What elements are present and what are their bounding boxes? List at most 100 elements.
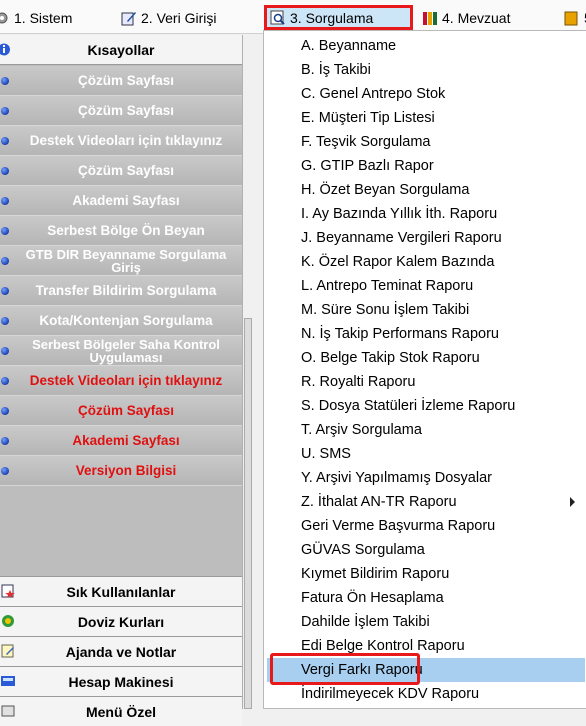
star-list-icon <box>1 584 15 598</box>
sidebar-item[interactable]: Versiyon Bilgisi <box>0 456 242 486</box>
section-label: Ajanda ve Notlar <box>65 643 177 660</box>
menu-sorgulama[interactable]: 3. Sorgulama <box>264 5 413 30</box>
menu-option-ithalat-an-tr[interactable]: Z. İthalat AN-TR Raporu <box>267 490 585 514</box>
menu-option-label: I. Ay Bazında Yıllık İth. Raporu <box>301 206 498 222</box>
menu-option-label: N. İş Takip Performans Raporu <box>301 326 499 342</box>
bullet-icon <box>1 257 9 265</box>
menu-option-label: K. Özel Rapor Kalem Bazında <box>301 254 495 270</box>
sidebar-item[interactable]: Serbest Bölge Ön Beyan <box>0 216 242 246</box>
sidebar-item[interactable]: Çözüm Sayfası <box>0 66 242 96</box>
menu-option-label: Dahilde İşlem Takibi <box>301 614 430 630</box>
sidebar-item-label: Transfer Bildirim Sorgulama <box>35 282 217 298</box>
menu-option-dahilde-islem[interactable]: Dahilde İşlem Takibi <box>267 610 585 634</box>
sidebar-title: Kısayollar <box>87 41 155 58</box>
menu-mevzuat[interactable]: 4. Mevzuat <box>422 7 510 29</box>
menu-option-genel-antrepo-stok[interactable]: C. Genel Antrepo Stok <box>267 82 585 106</box>
menu-option-fatura-on-hesaplama[interactable]: Fatura Ön Hesaplama <box>267 586 585 610</box>
sidebar-item[interactable]: Çözüm Sayfası <box>0 396 242 426</box>
menu-option-is-takibi[interactable]: B. İş Takibi <box>267 58 585 82</box>
menu-option-tesvik-sorgulama[interactable]: F. Teşvik Sorgulama <box>267 130 585 154</box>
menu-option-label: Y. Arşivi Yapılmamış Dosyalar <box>301 470 492 486</box>
sidebar-item[interactable]: Serbest Bölgeler Saha Kontrol Uygulaması <box>0 336 242 366</box>
sidebar-item[interactable]: Çözüm Sayfası <box>0 156 242 186</box>
menu-option-kiymet-bildirim[interactable]: Kıymet Bildirim Raporu <box>267 562 585 586</box>
menu-option-is-takip-performans[interactable]: N. İş Takip Performans Raporu <box>267 322 585 346</box>
menu-option-sure-sonu-islem[interactable]: M. Süre Sonu İşlem Takibi <box>267 298 585 322</box>
sidebar-header[interactable]: Kısayollar <box>0 35 242 65</box>
sidebar-item[interactable]: Destek Videoları için tıklayınız <box>0 366 242 396</box>
currency-icon <box>2 615 14 627</box>
menu-option-label: Edi Belge Kontrol Raporu <box>301 638 465 654</box>
sidebar-section-calculator[interactable]: Hesap Makinesi <box>0 666 242 696</box>
sorgulama-dropdown-menu: A. Beyanname B. İş Takibi C. Genel Antre… <box>263 30 586 709</box>
notes-icon <box>1 644 14 658</box>
menu-option-belge-takip-stok[interactable]: O. Belge Takip Stok Raporu <box>267 346 585 370</box>
sidebar-item[interactable]: Kota/Kontenjan Sorgulama <box>0 306 242 336</box>
sidebar-item[interactable]: Destek Videoları için tıklayınız <box>0 126 242 156</box>
bullet-icon <box>1 317 9 325</box>
menu-veri-girisi[interactable]: 2. Veri Girişi <box>121 7 216 29</box>
menu-bar: 1. Sistem 2. Veri Girişi 3. Sorgulama 4.… <box>0 0 586 34</box>
calculator-icon <box>1 676 15 686</box>
menu-sistem[interactable]: 1. Sistem <box>0 7 72 29</box>
sidebar-item-label: Serbest Bölge Ön Beyan <box>47 222 205 238</box>
sidebar-section-favorites[interactable]: Sık Kullanılanlar <box>0 576 242 606</box>
sidebar-item[interactable]: GTB DIR Beyanname Sorgulama Giriş <box>0 246 242 276</box>
menu-label: 2. Veri Girişi <box>141 10 217 26</box>
sidebar-section-currency[interactable]: Doviz Kurları <box>0 606 242 636</box>
sidebar-item-label: GTB DIR Beyanname Sorgulama Giriş <box>25 246 227 275</box>
sidebar-item-label: Akademi Sayfası <box>72 192 180 208</box>
sidebar-item-label: Çözüm Sayfası <box>77 402 175 418</box>
menu-option-label: T. Arşiv Sorgulama <box>301 422 422 438</box>
section-label: Doviz Kurları <box>77 613 165 630</box>
menu-option-beyanname[interactable]: A. Beyanname <box>267 34 585 58</box>
query-icon <box>270 10 285 25</box>
sidebar-section-menu[interactable]: Menü Özel <box>0 696 242 726</box>
scrollbar[interactable] <box>244 318 252 709</box>
menu-option-label: Kıymet Bildirim Raporu <box>301 566 450 582</box>
menu-option-indirilmeyecek-kdv[interactable]: İndirilmeyecek KDV Raporu <box>267 682 585 706</box>
menu-option-geri-verme-basvurma[interactable]: Geri Verme Başvurma Raporu <box>267 514 585 538</box>
menu-option-label: M. Süre Sonu İşlem Takibi <box>301 302 470 318</box>
bullet-icon <box>1 167 9 175</box>
menu-option-arsivi-yapilmamis[interactable]: Y. Arşivi Yapılmamış Dosyalar <box>267 466 585 490</box>
menu-option-label: GÜVAS Sorgulama <box>301 542 425 558</box>
menu-option-gtip-bazli-rapor[interactable]: G. GTIP Bazlı Rapor <box>267 154 585 178</box>
menu-item-5[interactable]: 5 <box>564 7 586 29</box>
sidebar-item[interactable]: Transfer Bildirim Sorgulama <box>0 276 242 306</box>
bullet-icon <box>1 137 9 145</box>
menu-option-label: İndirilmeyecek KDV Raporu <box>301 686 480 702</box>
menu-option-arsiv-sorgulama[interactable]: T. Arşiv Sorgulama <box>267 418 585 442</box>
sidebar-item-label: Çözüm Sayfası <box>77 162 175 178</box>
sidebar-item-label: Destek Videoları için tıklayınız <box>29 132 223 148</box>
menu-option-guvas-sorgulama[interactable]: GÜVAS Sorgulama <box>267 538 585 562</box>
menu-option-royalti-raporu[interactable]: R. Royalti Raporu <box>267 370 585 394</box>
menu-option-label: S. Dosya Statüleri İzleme Raporu <box>301 398 516 414</box>
sidebar-item[interactable]: Akademi Sayfası <box>0 186 242 216</box>
sidebar-section-agenda[interactable]: Ajanda ve Notlar <box>0 636 242 666</box>
section-label: Sık Kullanılanlar <box>66 583 176 600</box>
menu-option-dosya-statuleri[interactable]: S. Dosya Statüleri İzleme Raporu <box>267 394 585 418</box>
books-icon <box>423 12 437 25</box>
menu-option-ay-bazinda-yillik-ith[interactable]: I. Ay Bazında Yıllık İth. Raporu <box>267 202 585 226</box>
annotation-highlight-box <box>270 653 420 685</box>
sidebar-item[interactable]: Akademi Sayfası <box>0 426 242 456</box>
menu-option-label: R. Royalti Raporu <box>301 374 416 390</box>
bullet-icon <box>1 107 9 115</box>
bullet-icon <box>1 377 9 385</box>
menu-option-musteri-tip-listesi[interactable]: E. Müşteri Tip Listesi <box>267 106 585 130</box>
menu-option-label: B. İş Takibi <box>301 62 371 78</box>
menu-option-ozet-beyan-sorgulama[interactable]: H. Özet Beyan Sorgulama <box>267 178 585 202</box>
menu-option-beyanname-vergileri[interactable]: J. Beyanname Vergileri Raporu <box>267 226 585 250</box>
section-label: Hesap Makinesi <box>68 673 174 690</box>
book-icon <box>564 11 578 26</box>
bullet-icon <box>1 437 9 445</box>
menu-option-sms[interactable]: U. SMS <box>267 442 585 466</box>
sidebar-item[interactable]: Çözüm Sayfası <box>0 96 242 126</box>
menu-option-antrepo-teminat[interactable]: L. Antrepo Teminat Raporu <box>267 274 585 298</box>
menu-option-label: Geri Verme Başvurma Raporu <box>301 518 496 534</box>
shortcuts-sidebar: Kısayollar Çözüm Sayfası Çözüm Sayfası D… <box>0 35 242 726</box>
section-label: Menü Özel <box>85 703 156 720</box>
sidebar-item-label: Akademi Sayfası <box>72 432 180 448</box>
menu-option-ozel-rapor-kalem[interactable]: K. Özel Rapor Kalem Bazında <box>267 250 585 274</box>
